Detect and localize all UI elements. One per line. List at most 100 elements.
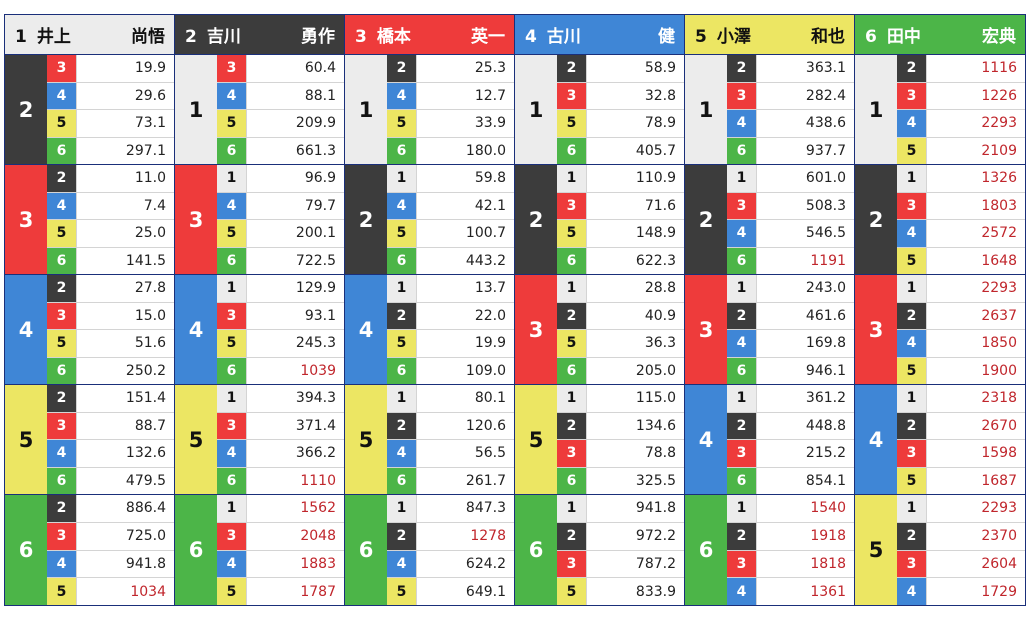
odds-row[interactable]: 6 109.0 [387,357,514,384]
odds-row[interactable]: 2 363.1 [727,55,854,83]
odds-row[interactable]: 5 245.3 [217,330,344,358]
odds-row[interactable]: 4 7.4 [47,192,174,220]
odds-row[interactable]: 1 28.8 [557,275,684,303]
odds-row[interactable]: 4 1729 [897,578,1025,605]
odds-row[interactable]: 1 1540 [727,495,854,523]
odds-row[interactable]: 6 297.1 [47,137,174,164]
odds-row[interactable]: 2 25.3 [387,55,514,83]
odds-row[interactable]: 5 73.1 [47,110,174,138]
odds-row[interactable]: 3 88.7 [47,412,174,440]
odds-row[interactable]: 2 2370 [897,522,1025,551]
odds-row[interactable]: 6 325.5 [557,467,684,494]
odds-row[interactable]: 4 1883 [217,550,344,579]
odds-row[interactable]: 6 180.0 [387,137,514,164]
odds-row[interactable]: 2 40.9 [557,302,684,330]
odds-row[interactable]: 3 1818 [727,550,854,579]
odds-row[interactable]: 5 19.9 [387,330,514,358]
odds-row[interactable]: 4 366.2 [217,440,344,468]
odds-row[interactable]: 2 1116 [897,55,1025,83]
odds-row[interactable]: 1 361.2 [727,385,854,413]
odds-row[interactable]: 5 1687 [897,467,1025,494]
odds-row[interactable]: 4 546.5 [727,220,854,248]
odds-row[interactable]: 6 937.7 [727,137,854,164]
odds-row[interactable]: 1 243.0 [727,275,854,303]
odds-row[interactable]: 6 205.0 [557,357,684,384]
odds-row[interactable]: 1 941.8 [557,495,684,523]
odds-row[interactable]: 2 2670 [897,412,1025,440]
odds-row[interactable]: 4 29.6 [47,82,174,110]
odds-row[interactable]: 6 479.5 [47,467,174,494]
odds-row[interactable]: 5 25.0 [47,220,174,248]
odds-row[interactable]: 5 148.9 [557,220,684,248]
odds-row[interactable]: 4 79.7 [217,192,344,220]
odds-row[interactable]: 2 27.8 [47,275,174,303]
odds-row[interactable]: 3 71.6 [557,192,684,220]
odds-row[interactable]: 3 19.9 [47,55,174,83]
odds-row[interactable]: 3 725.0 [47,522,174,551]
odds-row[interactable]: 3 78.8 [557,440,684,468]
odds-row[interactable]: 5 78.9 [557,110,684,138]
odds-row[interactable]: 1 1562 [217,495,344,523]
odds-row[interactable]: 3 2048 [217,522,344,551]
odds-row[interactable]: 2 1278 [387,522,514,551]
odds-row[interactable]: 3 32.8 [557,82,684,110]
odds-row[interactable]: 3 215.2 [727,440,854,468]
odds-row[interactable]: 5 833.9 [557,578,684,605]
odds-row[interactable]: 5 209.9 [217,110,344,138]
odds-row[interactable]: 5 36.3 [557,330,684,358]
odds-row[interactable]: 6 661.3 [217,137,344,164]
odds-row[interactable]: 4 42.1 [387,192,514,220]
odds-row[interactable]: 4 2293 [897,110,1025,138]
odds-row[interactable]: 2 448.8 [727,412,854,440]
odds-row[interactable]: 1 129.9 [217,275,344,303]
odds-row[interactable]: 3 1598 [897,440,1025,468]
odds-row[interactable]: 6 1191 [727,247,854,274]
odds-row[interactable]: 4 1361 [727,578,854,605]
odds-row[interactable]: 6 1110 [217,467,344,494]
odds-row[interactable]: 5 1648 [897,247,1025,274]
odds-row[interactable]: 5 2109 [897,137,1025,164]
odds-row[interactable]: 3 508.3 [727,192,854,220]
odds-row[interactable]: 2 461.6 [727,302,854,330]
odds-row[interactable]: 3 282.4 [727,82,854,110]
odds-row[interactable]: 2 151.4 [47,385,174,413]
odds-row[interactable]: 5 33.9 [387,110,514,138]
odds-row[interactable]: 5 1900 [897,357,1025,384]
odds-row[interactable]: 4 941.8 [47,550,174,579]
odds-row[interactable]: 1 847.3 [387,495,514,523]
odds-row[interactable]: 3 1803 [897,192,1025,220]
odds-row[interactable]: 1 601.0 [727,165,854,193]
odds-row[interactable]: 1 2293 [897,275,1025,303]
odds-row[interactable]: 2 972.2 [557,522,684,551]
odds-row[interactable]: 5 100.7 [387,220,514,248]
odds-row[interactable]: 1 2318 [897,385,1025,413]
odds-row[interactable]: 1 96.9 [217,165,344,193]
odds-row[interactable]: 1 80.1 [387,385,514,413]
odds-row[interactable]: 2 11.0 [47,165,174,193]
odds-row[interactable]: 6 854.1 [727,467,854,494]
odds-row[interactable]: 6 443.2 [387,247,514,274]
odds-row[interactable]: 3 2604 [897,550,1025,579]
odds-row[interactable]: 6 622.3 [557,247,684,274]
odds-row[interactable]: 5 649.1 [387,578,514,605]
odds-row[interactable]: 6 261.7 [387,467,514,494]
odds-row[interactable]: 4 56.5 [387,440,514,468]
odds-row[interactable]: 4 12.7 [387,82,514,110]
odds-row[interactable]: 2 22.0 [387,302,514,330]
odds-row[interactable]: 4 88.1 [217,82,344,110]
odds-row[interactable]: 1 110.9 [557,165,684,193]
odds-row[interactable]: 6 946.1 [727,357,854,384]
odds-row[interactable]: 1 13.7 [387,275,514,303]
odds-row[interactable]: 1 394.3 [217,385,344,413]
odds-row[interactable]: 4 624.2 [387,550,514,579]
odds-row[interactable]: 3 15.0 [47,302,174,330]
odds-row[interactable]: 4 1850 [897,330,1025,358]
odds-row[interactable]: 3 787.2 [557,550,684,579]
odds-row[interactable]: 1 2293 [897,495,1025,523]
odds-row[interactable]: 4 132.6 [47,440,174,468]
odds-row[interactable]: 2 134.6 [557,412,684,440]
odds-row[interactable]: 1 59.8 [387,165,514,193]
odds-row[interactable]: 6 1039 [217,357,344,384]
odds-row[interactable]: 3 371.4 [217,412,344,440]
odds-row[interactable]: 6 250.2 [47,357,174,384]
